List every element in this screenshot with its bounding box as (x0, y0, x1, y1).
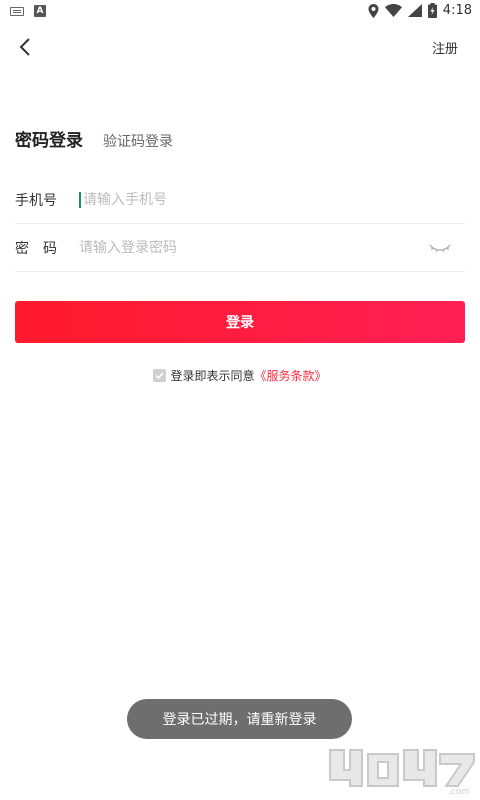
text-a-icon: A (34, 5, 46, 17)
keyboard-icon (10, 6, 24, 16)
signal-icon (407, 4, 422, 17)
register-link[interactable]: 注册 (432, 38, 458, 57)
status-left: A (10, 5, 46, 17)
phone-input[interactable] (79, 191, 465, 208)
phone-row: 手机号 (15, 176, 465, 224)
location-icon (368, 3, 379, 18)
login-tabs: 密码登录 验证码登录 (15, 126, 173, 151)
status-time: 4:18 (442, 3, 472, 18)
status-bar: A 4:18 (0, 0, 480, 24)
chevron-left-icon (19, 38, 30, 56)
tab-password-login[interactable]: 密码登录 (15, 126, 83, 151)
tab-code-login[interactable]: 验证码登录 (103, 131, 173, 151)
agreement: 登录即表示同意 《服务条款》 (0, 367, 480, 384)
password-input[interactable] (79, 239, 429, 256)
agreement-text: 登录即表示同意 (170, 369, 255, 383)
phone-label: 手机号 (15, 192, 57, 209)
status-right: 4:18 (368, 3, 472, 18)
eye-closed-icon[interactable] (429, 242, 451, 254)
svg-text:.com: .com (448, 787, 470, 797)
agree-checkbox[interactable] (153, 369, 167, 382)
watermark-logo: .com (329, 749, 475, 797)
battery-charging-icon (427, 3, 437, 18)
password-row: 密码 (15, 224, 465, 272)
check-icon (155, 372, 165, 379)
password-label: 密码 (15, 240, 71, 257)
wifi-icon (384, 4, 402, 17)
toast-message: 登录已过期，请重新登录 (127, 699, 352, 739)
login-button[interactable]: 登录 (15, 301, 465, 343)
terms-link[interactable]: 《服务条款》 (255, 367, 327, 384)
back-button[interactable] (12, 34, 38, 60)
